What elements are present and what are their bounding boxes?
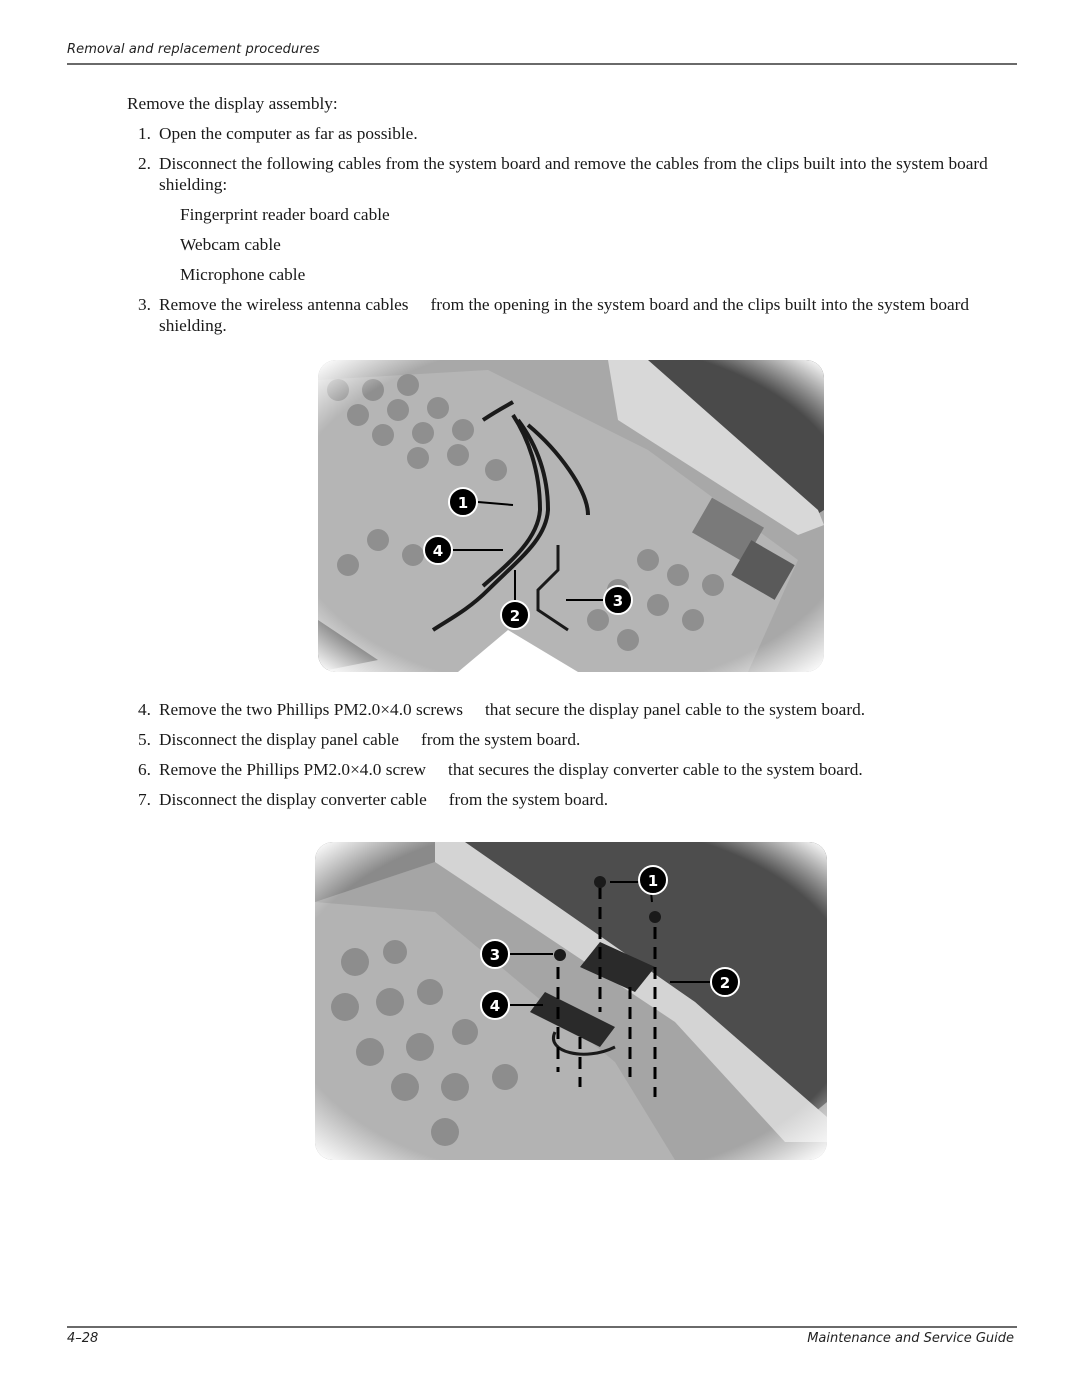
header-rule bbox=[67, 63, 1017, 65]
intro-text: Remove the display assembly: bbox=[127, 94, 338, 113]
step-number: 4. bbox=[138, 700, 151, 719]
step-text-after: from the system board. bbox=[420, 730, 581, 749]
step-3: 3. Remove the wireless antenna cables fro… bbox=[138, 294, 1018, 336]
guide-title: Maintenance and Service Guide bbox=[807, 1331, 1014, 1346]
step-number: 3. bbox=[138, 295, 151, 314]
cable-list-item: Fingerprint reader board cable bbox=[180, 205, 390, 224]
running-head: Removal and replacement procedures bbox=[67, 42, 320, 57]
cable-list-item: Webcam cable bbox=[180, 235, 281, 254]
step-text-before: Disconnect the display converter cable bbox=[159, 790, 427, 809]
step-text-before: Disconnect the display panel cable bbox=[159, 730, 399, 749]
step-text-after: from the system board. bbox=[448, 790, 609, 809]
step-text-after: that secure the display panel cable to t… bbox=[485, 700, 866, 719]
step-text-before: Remove the wireless antenna cables bbox=[159, 295, 409, 314]
step-1: 1. Open the computer as far as possible. bbox=[138, 123, 1018, 144]
step-6: 6. Remove the Phillips PM2.0×4.0 screw th… bbox=[138, 759, 1018, 780]
step-text-before: Remove the two Phillips PM2.0×4.0 screws bbox=[159, 700, 463, 719]
step-number: 2. bbox=[138, 154, 151, 173]
step-text: Open the computer as far as possible. bbox=[159, 124, 418, 143]
figure-1-photo: 1 4 2 3 bbox=[318, 360, 824, 672]
step-text-before: Remove the Phillips PM2.0×4.0 screw bbox=[159, 760, 427, 779]
figure-1-illustration: 1 4 2 3 bbox=[318, 360, 824, 672]
cable-list-item: Microphone cable bbox=[180, 265, 306, 284]
step-number: 1. bbox=[138, 124, 151, 143]
step-2: 2. Disconnect the following cables from … bbox=[138, 153, 988, 195]
step-5: 5. Disconnect the display panel cable fro… bbox=[138, 729, 1018, 750]
step-number: 6. bbox=[138, 760, 151, 779]
page-number: 4–28 bbox=[67, 1331, 99, 1346]
figure-2-photo: 1 2 3 4 bbox=[315, 842, 827, 1160]
step-number: 7. bbox=[138, 790, 151, 809]
step-number: 5. bbox=[138, 730, 151, 749]
footer-rule bbox=[67, 1326, 1017, 1328]
figure-2-illustration: 1 2 3 4 bbox=[315, 842, 827, 1160]
step-7: 7. Disconnect the display converter cabl… bbox=[138, 789, 1018, 810]
step-4: 4. Remove the two Phillips PM2.0×4.0 scr… bbox=[138, 699, 1018, 720]
step-text-after: that secures the display converter cable… bbox=[448, 760, 863, 779]
step-text: Disconnect the following cables from the… bbox=[159, 154, 988, 194]
